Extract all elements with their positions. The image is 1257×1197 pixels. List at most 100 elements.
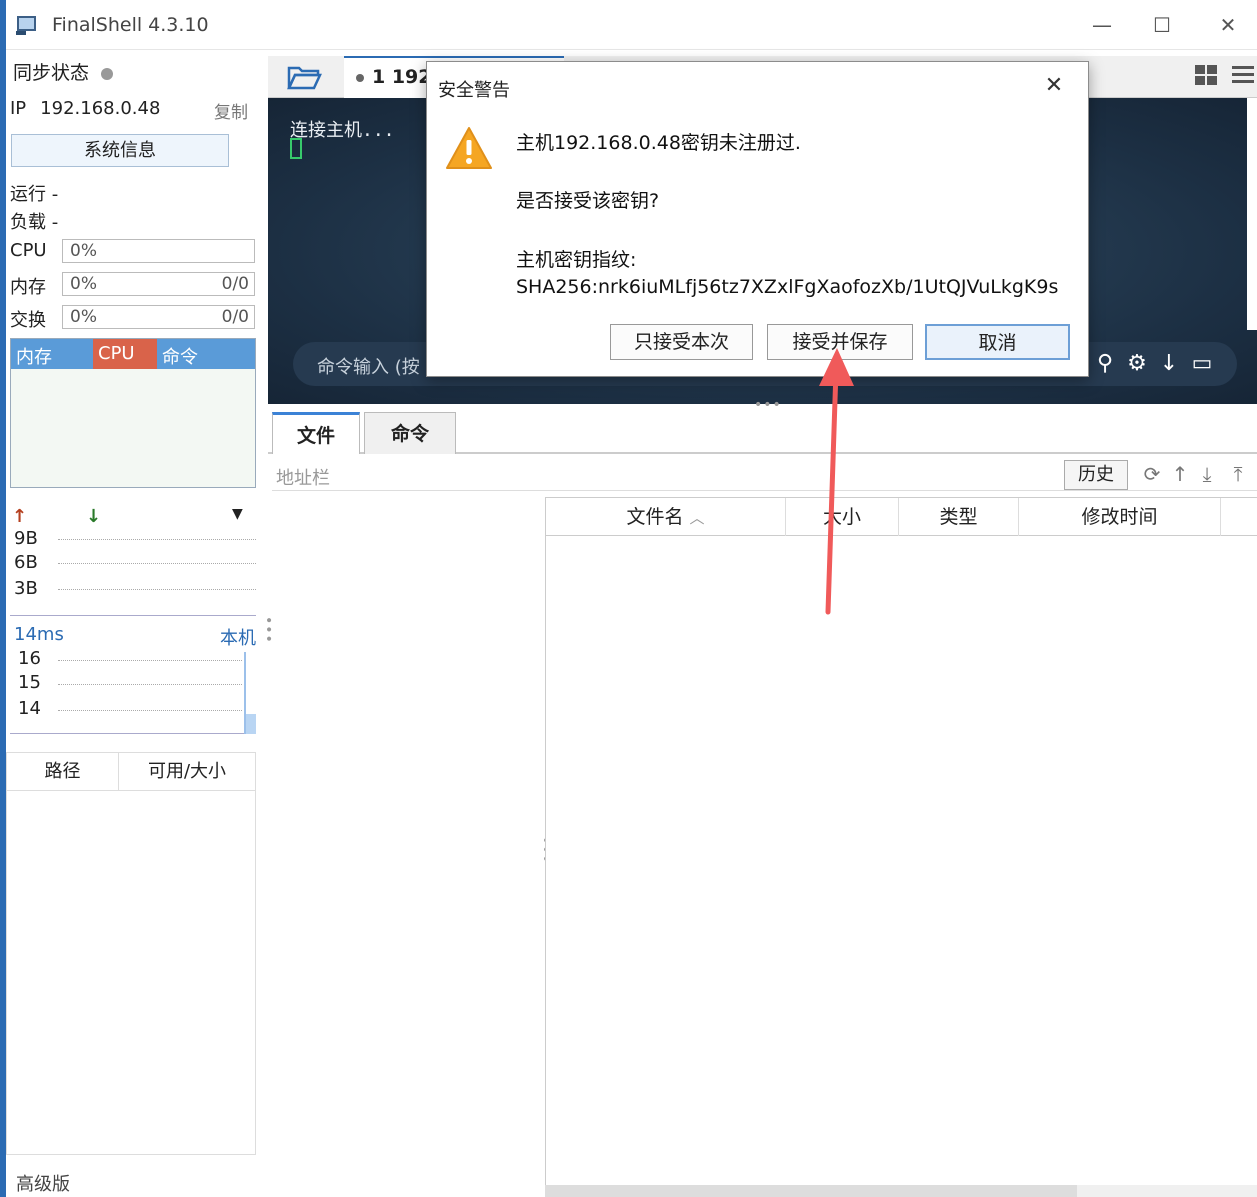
column-modified[interactable]: 修改时间 <box>1019 498 1221 536</box>
folder-open-icon[interactable] <box>286 62 322 92</box>
close-button[interactable]: ✕ <box>1208 10 1248 40</box>
ip-label: IP <box>10 98 27 119</box>
grid-line <box>58 563 256 564</box>
refresh-icon[interactable]: ⟳ <box>1140 462 1164 486</box>
sync-status: 同步状态 <box>13 58 114 85</box>
dialog-close-button[interactable]: ✕ <box>1039 72 1069 102</box>
swap-meter: 0% 0/0 <box>62 305 255 329</box>
download-icon[interactable]: ⤓ <box>1195 462 1219 486</box>
upload-icon[interactable]: ⤒ <box>1226 462 1250 486</box>
maximize-button[interactable]: ☐ <box>1142 10 1182 40</box>
dialog-title: 安全警告 <box>438 80 510 101</box>
tab-process-cpu[interactable]: CPU <box>93 339 157 369</box>
net-axis-label: 3B <box>14 578 38 599</box>
process-tabs: 内存 CPU 命令 <box>11 339 255 369</box>
dialog-message-fingerprint-label: 主机密钥指纹: <box>516 249 637 271</box>
ip-row: IP 192.168.0.48 <box>10 98 160 119</box>
run-status: 运行 - <box>10 184 59 205</box>
disk-table-header: 路径 可用/大小 <box>7 753 255 791</box>
file-list[interactable]: 文件名 ︿ 大小 类型 修改时间 <box>545 497 1257 1197</box>
session-status-dot-icon <box>356 73 364 82</box>
swap-value: 0% <box>70 307 97 327</box>
command-input-placeholder: 命令输入 (按 <box>317 357 420 378</box>
history-button[interactable]: 历史 <box>1064 460 1128 490</box>
file-list-scrollbar[interactable] <box>545 1185 1257 1197</box>
annotation-arrow <box>819 348 854 615</box>
swap-label: 交换 <box>10 310 46 331</box>
network-interface-dropdown[interactable]: ▼ <box>232 506 243 522</box>
address-divider <box>272 490 1257 491</box>
ping-target: 本机 <box>220 628 256 649</box>
title-bar: FinalShell 4.3.10 — ☐ ✕ <box>6 0 1257 50</box>
menu-icon[interactable] <box>1231 64 1255 86</box>
grid-view-icon[interactable] <box>1194 64 1218 86</box>
minimize-button[interactable]: — <box>1082 10 1122 40</box>
disk-column-path[interactable]: 路径 <box>7 753 119 790</box>
window-title: FinalShell 4.3.10 <box>52 14 209 36</box>
edition-label[interactable]: 高级版 <box>16 1170 70 1196</box>
directory-tree[interactable] <box>272 497 542 1197</box>
cpu-value: 0% <box>70 241 97 261</box>
load-status: 负载 - <box>10 212 59 233</box>
copy-ip-link[interactable]: 复制 <box>214 98 248 123</box>
app-icon <box>16 16 36 35</box>
cancel-button[interactable]: 取消 <box>925 324 1070 360</box>
status-dot-icon <box>101 67 114 80</box>
column-filename[interactable]: 文件名 ︿ <box>546 498 786 536</box>
security-warning-dialog: 安全警告 ✕ 主机192.168.0.48密钥未注册过. 是否接受该密钥? 主机… <box>426 61 1089 377</box>
session-tab-label: 1 192 <box>372 66 432 88</box>
ping-axis-label: 14 <box>18 698 41 719</box>
sort-ascending-icon: ︿ <box>689 509 705 527</box>
warning-icon <box>446 127 492 169</box>
ping-bar <box>244 652 256 734</box>
search-icon[interactable]: ⚲ <box>1093 352 1117 376</box>
scrollbar-thumb[interactable] <box>545 1185 1077 1197</box>
cpu-label: CPU <box>10 240 47 261</box>
tab-files[interactable]: 文件 <box>272 412 360 454</box>
column-filename-label: 文件名 <box>626 506 684 528</box>
file-list-header: 文件名 ︿ 大小 类型 修改时间 <box>546 498 1257 536</box>
mem-ratio: 0/0 <box>221 274 249 294</box>
tab-commands[interactable]: 命令 <box>364 412 456 454</box>
ping-bar-fill <box>246 714 256 734</box>
gear-icon[interactable]: ⚙ <box>1125 352 1149 376</box>
dialog-message-host: 主机192.168.0.48密钥未注册过. <box>516 132 801 154</box>
tab-process-command[interactable]: 命令 <box>157 339 203 369</box>
grid-line <box>58 710 242 711</box>
parent-directory-icon[interactable]: ↑ <box>1168 462 1192 486</box>
tab-process-memory[interactable]: 内存 <box>11 339 93 369</box>
net-axis-label: 9B <box>14 528 38 549</box>
download-arrow-icon: ↓ <box>86 506 102 527</box>
grid-line <box>58 684 242 685</box>
process-panel: 内存 CPU 命令 <box>10 338 256 488</box>
ping-axis-label: 15 <box>18 672 41 693</box>
ping-chart: 14ms 本机 16 15 14 <box>10 624 256 734</box>
address-bar[interactable]: 地址栏 <box>276 464 330 490</box>
swap-ratio: 0/0 <box>221 307 249 327</box>
disk-column-available[interactable]: 可用/大小 <box>119 753 255 790</box>
mem-meter: 0% 0/0 <box>62 272 255 296</box>
terminal-scrollbar[interactable] <box>1247 98 1257 330</box>
net-axis-label: 6B <box>14 552 38 573</box>
dialog-fingerprint: SHA256:nrk6iuMLfj56tz7XZxlFgXaofozXb/1Ut… <box>516 276 1059 298</box>
mem-value: 0% <box>70 274 97 294</box>
disk-table: 路径 可用/大小 <box>6 752 256 1155</box>
ip-value: 192.168.0.48 <box>40 98 161 119</box>
grid-line <box>58 660 242 661</box>
window-icon[interactable]: ▭ <box>1190 352 1214 376</box>
dialog-message-question: 是否接受该密钥? <box>516 190 660 212</box>
system-info-button[interactable]: 系统信息 <box>11 134 229 167</box>
upload-arrow-icon: ↑ <box>12 506 28 527</box>
mem-label: 内存 <box>10 277 46 298</box>
cpu-meter: 0% <box>62 239 255 263</box>
sidebar: 同步状态 IP 192.168.0.48 复制 系统信息 运行 - 负载 - CP… <box>6 50 276 1197</box>
ping-latency: 14ms <box>14 624 64 645</box>
column-type[interactable]: 类型 <box>899 498 1019 536</box>
grid-line <box>58 589 256 590</box>
sync-status-label: 同步状态 <box>13 62 90 84</box>
grid-line <box>58 539 256 540</box>
accept-once-button[interactable]: 只接受本次 <box>610 324 753 360</box>
terminal-cursor <box>290 138 302 159</box>
arrow-down-icon[interactable]: ↓ <box>1157 352 1181 376</box>
network-chart: ↑ ↓ ▼ 9B 6B 3B <box>10 506 256 616</box>
